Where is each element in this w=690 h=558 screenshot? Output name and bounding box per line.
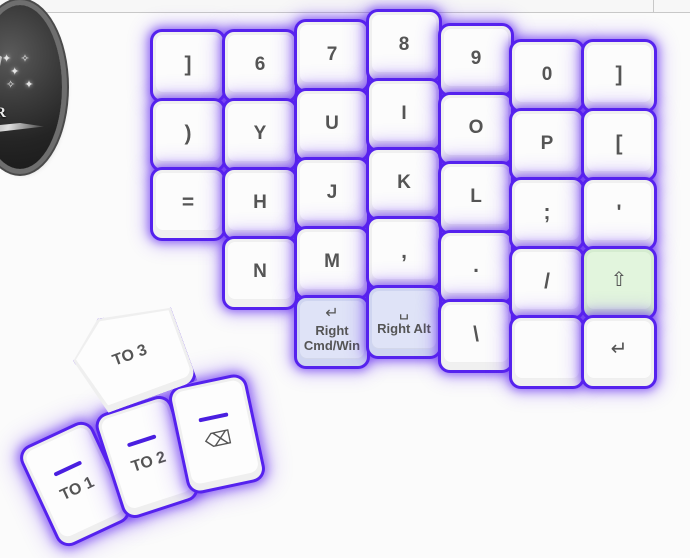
thumb-key-legend: TO 3 [110,341,150,370]
backspace-icon: ⌫ [202,426,234,453]
thumb-key-legend: TO 2 [129,448,169,476]
layer-indicator-dash [198,411,229,422]
thumb-cluster: TO 1 TO 2 ⌫ TO 3 [0,0,690,558]
layer-indicator-dash [53,460,83,477]
thumb-key-legend: TO 1 [57,473,97,505]
keycap: ⌫ [173,379,260,486]
layer-indicator-dash [126,434,157,448]
